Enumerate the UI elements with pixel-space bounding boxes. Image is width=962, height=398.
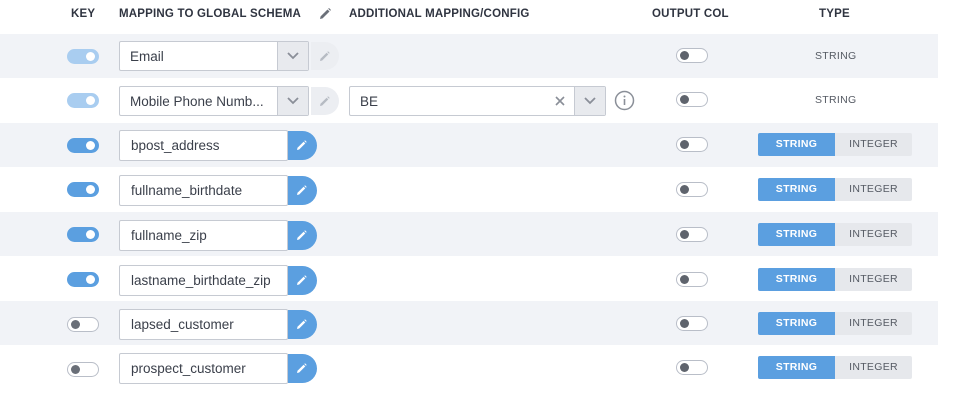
key-toggle[interactable] [67, 49, 99, 64]
edit-button[interactable] [288, 354, 317, 383]
close-icon[interactable] [552, 93, 568, 109]
info-icon[interactable] [614, 90, 635, 111]
dropdown-button[interactable] [574, 87, 605, 115]
pencil-icon[interactable] [318, 7, 332, 21]
pencil-icon [297, 319, 307, 329]
type-string-button[interactable]: STRING [758, 133, 835, 156]
key-toggle[interactable] [67, 182, 99, 197]
type-label: STRING [815, 94, 857, 106]
type-integer-button[interactable]: INTEGER [835, 223, 912, 246]
table-row: prospect_customer STRING INTEGER [0, 346, 938, 390]
output-col-toggle[interactable] [676, 92, 708, 107]
mapping-input[interactable]: lapsed_customer [119, 309, 288, 340]
dropdown-button[interactable] [277, 87, 308, 115]
chevron-down-icon [287, 97, 299, 105]
header-additional: ADDITIONAL MAPPING/CONFIG [349, 8, 530, 20]
table-header: KEY MAPPING TO GLOBAL SCHEMA ADDITIONAL … [0, 0, 938, 33]
mapping-input[interactable]: bpost_address [119, 130, 288, 161]
output-col-toggle[interactable] [676, 227, 708, 242]
pencil-icon [297, 140, 307, 150]
type-toggle-group: STRING INTEGER [758, 133, 912, 156]
output-col-toggle[interactable] [676, 272, 708, 287]
output-col-toggle[interactable] [676, 182, 708, 197]
output-col-toggle[interactable] [676, 316, 708, 331]
key-toggle[interactable] [67, 272, 99, 287]
mapping-select-value: Mobile Phone Numb... [130, 94, 264, 109]
pencil-icon [297, 185, 307, 195]
pencil-icon [297, 363, 307, 373]
mapping-input[interactable]: fullname_birthdate [119, 175, 288, 206]
mapping-select[interactable]: Mobile Phone Numb... [119, 86, 309, 116]
type-string-button[interactable]: STRING [758, 223, 835, 246]
mapping-input-value: fullname_zip [131, 228, 207, 243]
type-string-button[interactable]: STRING [758, 312, 835, 335]
table-row: Email STRING [0, 34, 938, 78]
type-toggle-group: STRING INTEGER [758, 178, 912, 201]
edit-button[interactable] [288, 131, 317, 160]
edit-button[interactable] [288, 176, 317, 205]
type-label: STRING [815, 50, 857, 62]
type-integer-button[interactable]: INTEGER [835, 133, 912, 156]
mapping-input-value: fullname_birthdate [131, 183, 243, 198]
edit-button[interactable] [288, 310, 317, 339]
type-string-button[interactable]: STRING [758, 356, 835, 379]
mapping-input[interactable]: lastname_birthdate_zip [119, 265, 288, 296]
table-row: fullname_zip STRING INTEGER [0, 212, 938, 256]
edit-button[interactable] [288, 266, 317, 295]
mapping-select-value: Email [130, 49, 164, 64]
table-row: bpost_address STRING INTEGER [0, 123, 938, 167]
type-string-button[interactable]: STRING [758, 268, 835, 291]
config-select[interactable]: BE [349, 86, 606, 116]
type-integer-button[interactable]: INTEGER [835, 356, 912, 379]
mapping-input[interactable]: prospect_customer [119, 353, 288, 384]
type-integer-button[interactable]: INTEGER [835, 312, 912, 335]
mapping-input[interactable]: fullname_zip [119, 220, 288, 251]
output-col-toggle[interactable] [676, 137, 708, 152]
type-integer-button[interactable]: INTEGER [835, 268, 912, 291]
type-toggle-group: STRING INTEGER [758, 312, 912, 335]
table-row: fullname_birthdate STRING INTEGER [0, 167, 938, 211]
key-toggle[interactable] [67, 227, 99, 242]
mapping-input-value: lastname_birthdate_zip [131, 273, 271, 288]
pencil-icon [320, 96, 330, 106]
dropdown-button[interactable] [277, 42, 308, 70]
header-mapping: MAPPING TO GLOBAL SCHEMA [119, 8, 301, 20]
type-toggle-group: STRING INTEGER [758, 223, 912, 246]
type-integer-button[interactable]: INTEGER [835, 178, 912, 201]
header-key: KEY [71, 8, 96, 20]
edit-button-disabled [311, 42, 339, 70]
mapping-select[interactable]: Email [119, 41, 309, 71]
edit-button[interactable] [288, 221, 317, 250]
key-toggle[interactable] [67, 362, 99, 377]
chevron-down-icon [287, 52, 299, 60]
type-toggle-group: STRING INTEGER [758, 356, 912, 379]
mapping-input-value: bpost_address [131, 138, 220, 153]
type-string-button[interactable]: STRING [758, 178, 835, 201]
table-row: lastname_birthdate_zip STRING INTEGER [0, 257, 938, 301]
key-toggle[interactable] [67, 317, 99, 332]
config-select-value: BE [360, 94, 379, 109]
pencil-icon [297, 275, 307, 285]
key-toggle[interactable] [67, 93, 99, 108]
mapping-input-value: lapsed_customer [131, 317, 234, 332]
pencil-icon [297, 230, 307, 240]
edit-button-disabled [311, 87, 339, 115]
mapping-input-value: prospect_customer [131, 361, 246, 376]
table-row: Mobile Phone Numb... BE STRING [0, 78, 938, 122]
table-row: lapsed_customer STRING INTEGER [0, 301, 938, 345]
pencil-icon [320, 51, 330, 61]
chevron-down-icon [584, 97, 596, 105]
output-col-toggle[interactable] [676, 48, 708, 63]
header-type: TYPE [819, 8, 850, 20]
output-col-toggle[interactable] [676, 360, 708, 375]
type-toggle-group: STRING INTEGER [758, 268, 912, 291]
header-output-col: OUTPUT COL [652, 8, 729, 20]
key-toggle[interactable] [67, 138, 99, 153]
